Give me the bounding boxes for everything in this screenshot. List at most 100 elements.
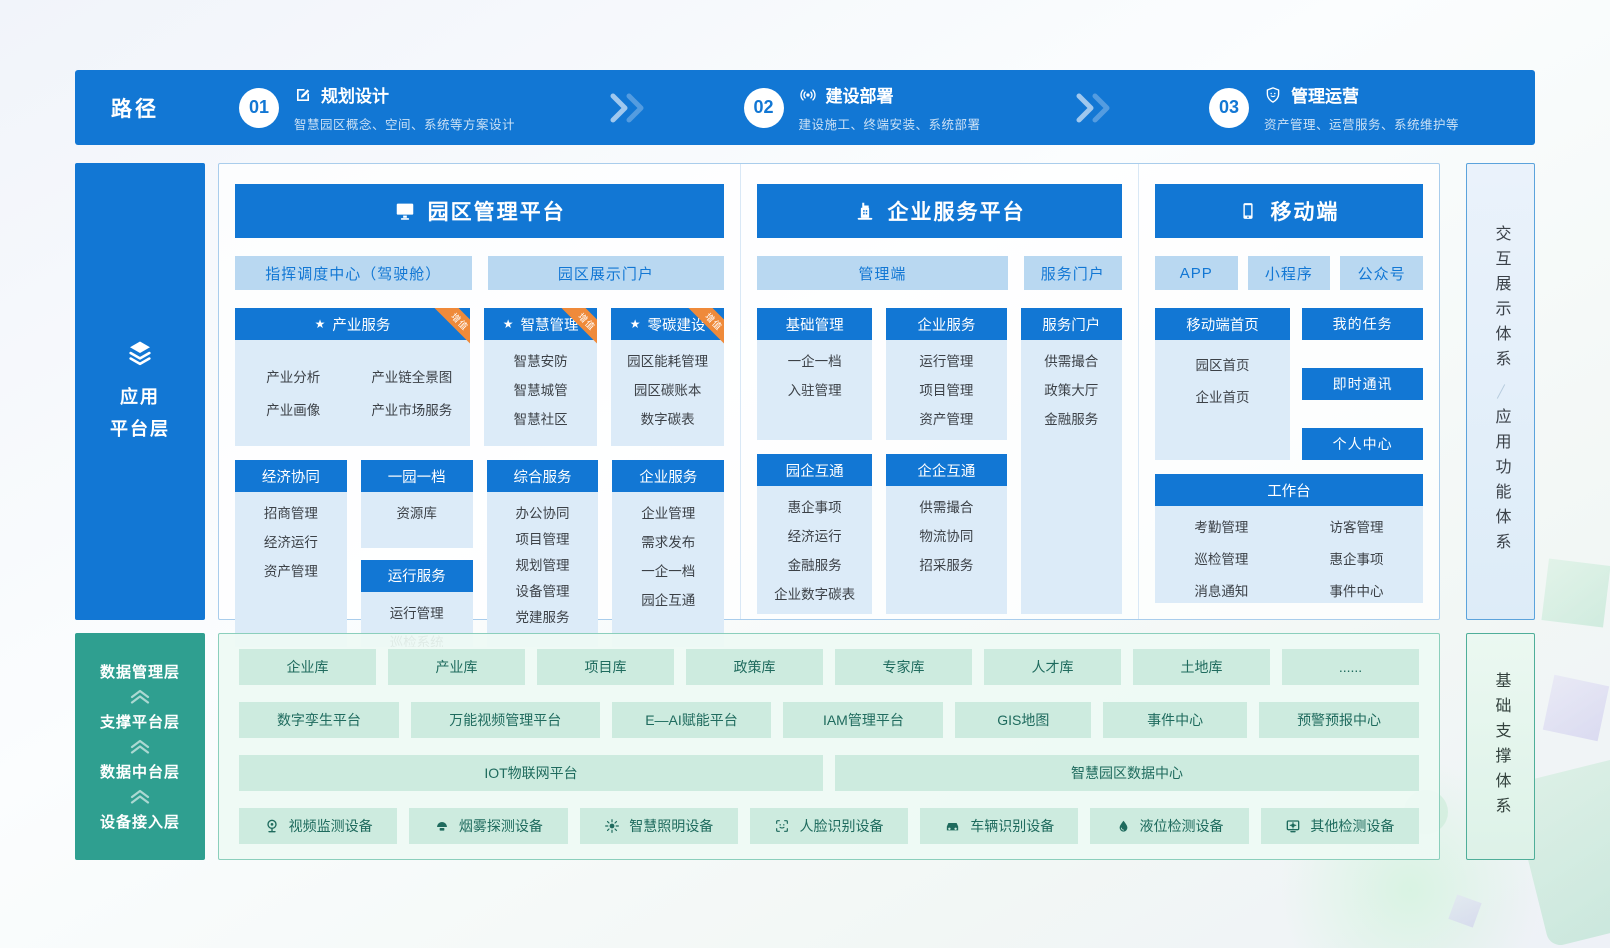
device-label: 人脸识别设备 bbox=[799, 816, 883, 836]
mobile-platform-column: 移动端 APP 小程序 公众号 移动端首页 园区首页 企业首页 我的任务 即时通… bbox=[1139, 164, 1439, 619]
enterprise-platform-header: 企业服务平台 bbox=[757, 184, 1122, 238]
card-item: 园区碳账本 bbox=[615, 381, 720, 400]
card-enterprise-services: 企业服务 运行管理 项目管理 资产管理 bbox=[886, 308, 1007, 440]
card-title: 综合服务 bbox=[513, 466, 571, 487]
card-item: 园区能耗管理 bbox=[615, 352, 720, 371]
device-video-monitoring: 视频监测设备 bbox=[239, 808, 397, 844]
enterprise-platform-title: 企业服务平台 bbox=[888, 196, 1026, 226]
double-chevron-up-icon bbox=[129, 739, 151, 754]
card-item: 企业首页 bbox=[1159, 388, 1286, 407]
card-item: 物流协同 bbox=[890, 527, 1003, 546]
card-item: 惠企事项 bbox=[761, 498, 868, 517]
card-one-park-one-file: 一园一档 资源库 bbox=[361, 460, 473, 548]
step-02-deployment: 02 建设部署 建设施工、终端安装、系统部署 bbox=[744, 82, 981, 133]
enterprise-cards-grid: 基础管理 一企一档 入驻管理 企业服务 运行管理 项目管理 资产管理 服务门户 bbox=[757, 308, 1122, 614]
layer-data-management: 数据管理层 bbox=[100, 661, 180, 682]
database-row: 企业库 产业库 项目库 政策库 专家库 人才库 土地库 ...... bbox=[239, 649, 1419, 685]
db-policy: 政策库 bbox=[686, 649, 823, 685]
step-03-text: 管理运营 资产管理、运营服务、系统维护等 bbox=[1264, 82, 1459, 133]
card-body: 资源库 bbox=[361, 492, 473, 548]
star-icon: ★ bbox=[630, 318, 641, 330]
edit-icon bbox=[294, 86, 312, 104]
card-basic-management: 基础管理 一企一档 入驻管理 bbox=[757, 308, 872, 440]
db-land: 土地库 bbox=[1133, 649, 1270, 685]
path-bar: 路径 01 规划设计 智慧园区概念、空间、系统等方案设计 02 bbox=[75, 70, 1535, 145]
card-item: 项目管理 bbox=[491, 530, 595, 549]
card-item: 金融服务 bbox=[1025, 410, 1118, 429]
card-park-enterprise-link: 园企互通 惠企事项 经济运行 金融服务 企业数字碳表 bbox=[757, 454, 872, 614]
monitor-icon bbox=[394, 200, 416, 222]
card-item: 设备管理 bbox=[491, 582, 595, 601]
subheader-park-portal: 园区展示门户 bbox=[488, 256, 725, 290]
step-02-text: 建设部署 建设施工、终端安装、系统部署 bbox=[799, 82, 981, 133]
data-layers-rail: 数据管理层 支撑平台层 数据中台层 设备接入层 bbox=[75, 633, 205, 860]
card-item: 企业管理 bbox=[616, 504, 720, 523]
middle-platform-row: IOT物联网平台 智慧园区数据中心 bbox=[239, 755, 1419, 791]
app-layer-label-line2: 平台层 bbox=[110, 414, 170, 446]
device-label: 车辆识别设备 bbox=[970, 816, 1054, 836]
layer-data-middle: 数据中台层 bbox=[100, 761, 180, 782]
step-03-operation: 03 管理运营 资产管理、运营服务、系统维护等 bbox=[1209, 82, 1459, 133]
device-smart-lighting: 智慧照明设备 bbox=[580, 808, 738, 844]
step-02-number: 02 bbox=[744, 88, 784, 128]
path-spacer bbox=[515, 93, 743, 123]
step-01-subtitle: 智慧园区概念、空间、系统等方案设计 bbox=[294, 114, 515, 133]
card-title: 经济协同 bbox=[262, 466, 320, 487]
smart-park-architecture-diagram: 路径 01 规划设计 智慧园区概念、空间、系统等方案设计 02 bbox=[0, 0, 1610, 948]
card-body: 园区能耗管理 园区碳账本 数字碳表 bbox=[611, 340, 724, 446]
subheader-mini-program: 小程序 bbox=[1248, 256, 1331, 290]
star-icon: ★ bbox=[503, 318, 514, 330]
subheader-official-account: 公众号 bbox=[1340, 256, 1423, 290]
card-title: 服务门户 bbox=[1042, 314, 1100, 335]
card-title: 企业服务 bbox=[917, 314, 975, 335]
platforms-container: 园区管理平台 指挥调度中心（驾驶舱） 园区展示门户 增值 ★产业服务 产业分析 … bbox=[218, 163, 1440, 620]
smoke-detector-icon bbox=[434, 818, 450, 834]
card-item: 需求发布 bbox=[616, 533, 720, 552]
card-title: 企企互通 bbox=[917, 460, 975, 481]
step-02-subtitle: 建设施工、终端安装、系统部署 bbox=[799, 114, 981, 133]
device-face-recognition: 人脸识别设备 bbox=[750, 808, 908, 844]
path-spacer bbox=[981, 93, 1209, 123]
enterprise-subheaders: 管理端 服务门户 bbox=[757, 256, 1122, 290]
card-item: 金融服务 bbox=[761, 556, 868, 575]
db-expert: 专家库 bbox=[835, 649, 972, 685]
card-title: 一园一档 bbox=[388, 466, 446, 487]
card-service-portal: 服务门户 供需撮合 政策大厅 金融服务 bbox=[1021, 308, 1122, 614]
card-item: 巡检管理 bbox=[1159, 550, 1284, 569]
card-item: 资源库 bbox=[365, 504, 469, 523]
card-item: 招商管理 bbox=[239, 504, 343, 523]
park-platform-column: 园区管理平台 指挥调度中心（驾驶舱） 园区展示门户 增值 ★产业服务 产业分析 … bbox=[219, 164, 741, 619]
card-mobile-home: 移动端首页 园区首页 企业首页 bbox=[1155, 308, 1290, 460]
device-liquid-level: 液位检测设备 bbox=[1090, 808, 1248, 844]
subheader-management-client: 管理端 bbox=[757, 256, 1007, 290]
card-title: 园企互通 bbox=[786, 460, 844, 481]
park-middle-stack: 一园一档 资源库 运行服务 运行管理 巡检系统 bbox=[361, 460, 473, 647]
subheader-command-center: 指挥调度中心（驾驶舱） bbox=[235, 256, 472, 290]
db-more: ...... bbox=[1282, 649, 1419, 685]
card-body: 产业分析 产业链全景图 产业画像 产业市场服务 bbox=[235, 340, 470, 446]
card-body: 惠企事项 经济运行 金融服务 企业数字碳表 bbox=[757, 486, 872, 614]
card-title: 移动端首页 bbox=[1186, 314, 1259, 335]
card-industry-services: 增值 ★产业服务 产业分析 产业链全景图 产业画像 产业市场服务 bbox=[235, 308, 470, 446]
subheader-service-portal: 服务门户 bbox=[1024, 256, 1122, 290]
platform-digital-twin: 数字孪生平台 bbox=[239, 702, 399, 738]
card-title: 工作台 bbox=[1267, 480, 1311, 501]
personal-center-button: 个人中心 bbox=[1302, 428, 1423, 460]
device-label: 视频监测设备 bbox=[289, 816, 373, 836]
face-recognition-icon bbox=[774, 818, 790, 834]
card-enterprise-enterprise-link: 企企互通 供需撮合 物流协同 招采服务 bbox=[886, 454, 1007, 614]
layer-support-platform: 支撑平台层 bbox=[100, 711, 180, 732]
light-icon bbox=[604, 818, 620, 834]
mobile-platform-title: 移动端 bbox=[1270, 196, 1339, 226]
shield-icon bbox=[1264, 86, 1282, 104]
device-label: 智慧照明设备 bbox=[629, 816, 713, 836]
mobile-subheaders: APP 小程序 公众号 bbox=[1155, 256, 1423, 290]
application-function-label: 应用功能体系 bbox=[1489, 408, 1513, 558]
card-item: 一企一档 bbox=[761, 352, 868, 371]
card-item: 入驻管理 bbox=[761, 381, 868, 400]
device-label: 烟雾探测设备 bbox=[459, 816, 543, 836]
db-industry: 产业库 bbox=[388, 649, 525, 685]
card-body: 供需撮合 物流协同 招采服务 bbox=[886, 486, 1007, 614]
mobile-middle-row: 移动端首页 园区首页 企业首页 我的任务 即时通讯 个人中心 bbox=[1155, 308, 1423, 460]
card-item: 办公协同 bbox=[491, 504, 595, 523]
